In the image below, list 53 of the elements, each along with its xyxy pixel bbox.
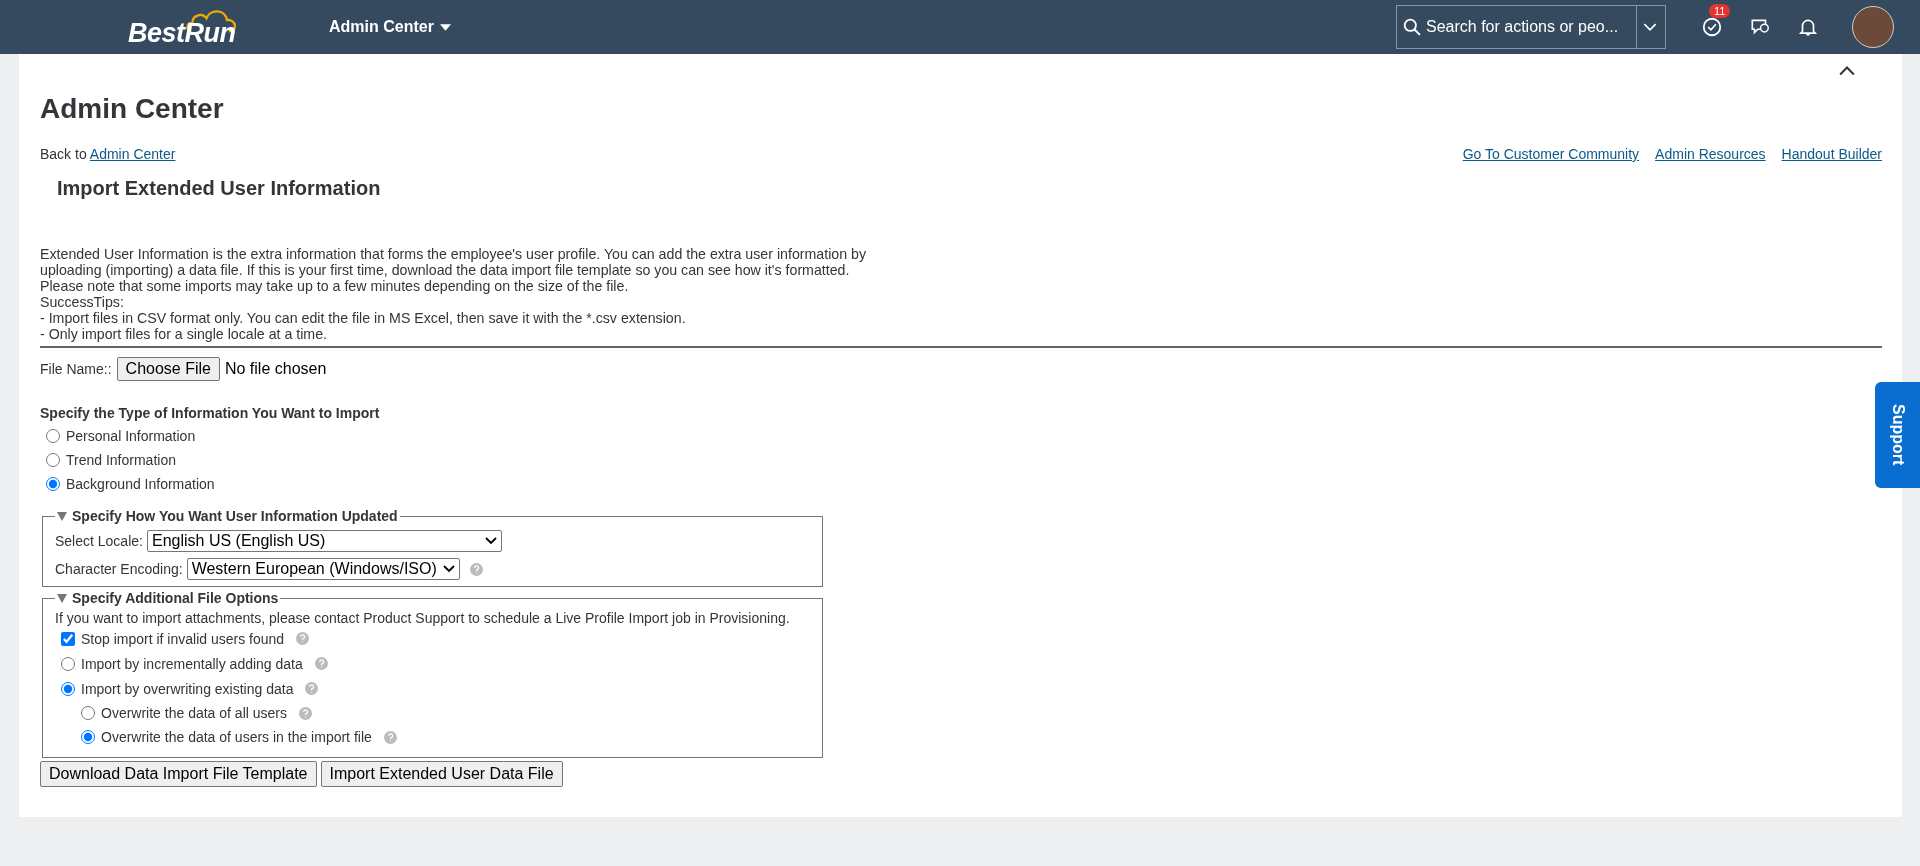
admin-center-menu[interactable]: Admin Center xyxy=(329,18,451,36)
company-logo[interactable]: BestRun xyxy=(128,5,278,49)
radio-button[interactable] xyxy=(61,681,75,696)
radio-button[interactable] xyxy=(61,656,75,671)
header-link[interactable]: Go To Customer Community xyxy=(1462,146,1640,162)
option-label: Stop import if invalid users found xyxy=(81,630,285,647)
admin-center-link[interactable]: Admin Center xyxy=(89,146,176,162)
chevron-down-icon xyxy=(484,537,497,545)
option-label: Import by overwriting existing data xyxy=(81,680,294,697)
encoding-label: Character Encoding: xyxy=(55,561,183,577)
option-label: Overwrite the data of all users xyxy=(101,705,287,721)
checkbox[interactable] xyxy=(61,631,75,646)
radio-button[interactable] xyxy=(46,453,60,467)
support-tab[interactable]: Support xyxy=(1875,382,1920,488)
search-icon xyxy=(1403,18,1421,36)
back-text: Back to Admin Center xyxy=(40,146,176,162)
radio-button[interactable] xyxy=(81,706,95,720)
page-title: Admin Center xyxy=(40,92,225,126)
chevron-up-icon[interactable] xyxy=(1839,66,1855,76)
description-line: - Only import files for a single locale at a time. xyxy=(40,326,328,342)
locale-label: Select Locale: xyxy=(55,533,143,549)
option-label: Personal Information xyxy=(66,428,196,444)
section-heading: Specify the Type of Information You Want to Import xyxy=(40,405,381,421)
encoding-select[interactable]: Western European (Windows/ISO) xyxy=(186,558,460,580)
option-label: Background Information xyxy=(66,476,215,492)
section-title: Import Extended User Information xyxy=(57,176,382,200)
file-name-label: File Name:: xyxy=(40,361,112,377)
description-line: uploading (importing) a data file. If this is your first time, download the data import file template so you can see how it's formatted. xyxy=(40,262,851,278)
option-label: Import by incrementally adding data xyxy=(81,655,303,672)
radio-button[interactable] xyxy=(81,730,95,744)
description-line: Extended User Information is the extra information that forms the employee's user profile. You can add the extra user information by xyxy=(40,246,868,262)
choose-file-button[interactable]: Choose File xyxy=(116,357,220,381)
action-button[interactable]: Import Extended User Data File xyxy=(320,761,563,787)
description-line: Please note that some imports may take up to a few minutes depending on the size of the file. xyxy=(40,278,630,294)
radio-button[interactable] xyxy=(46,477,60,491)
header-link[interactable]: Handout Builder xyxy=(1781,146,1882,162)
chevron-down-icon xyxy=(442,565,455,573)
locale-select[interactable]: English US (English US) xyxy=(146,530,502,552)
description-line: - Import files in CSV format only. You can edit the file in MS Excel, then save it with the *.csv extension. xyxy=(40,310,687,326)
option-label: Overwrite the data of users in the import file xyxy=(101,729,372,745)
option-label: Trend Information xyxy=(66,452,176,468)
notification-icon[interactable] xyxy=(1701,16,1723,38)
description-line: SuccessTips: xyxy=(40,294,125,310)
file-status: No file chosen xyxy=(224,360,327,378)
action-button[interactable]: Download Data Import File Template xyxy=(40,761,317,787)
search-field[interactable]: Search for actions or peo... xyxy=(1396,5,1666,49)
caret-icon xyxy=(439,23,451,31)
radio-button[interactable] xyxy=(46,429,60,443)
chevron-down-icon[interactable] xyxy=(1643,22,1657,32)
notification-count: 11 xyxy=(1709,4,1731,18)
note-text: If you want to import attachments, please contact Product Support to schedule a Live Profile Import job in Provisioning. xyxy=(55,610,791,626)
header-link[interactable]: Admin Resources xyxy=(1655,146,1766,162)
avatar[interactable] xyxy=(1852,6,1894,48)
